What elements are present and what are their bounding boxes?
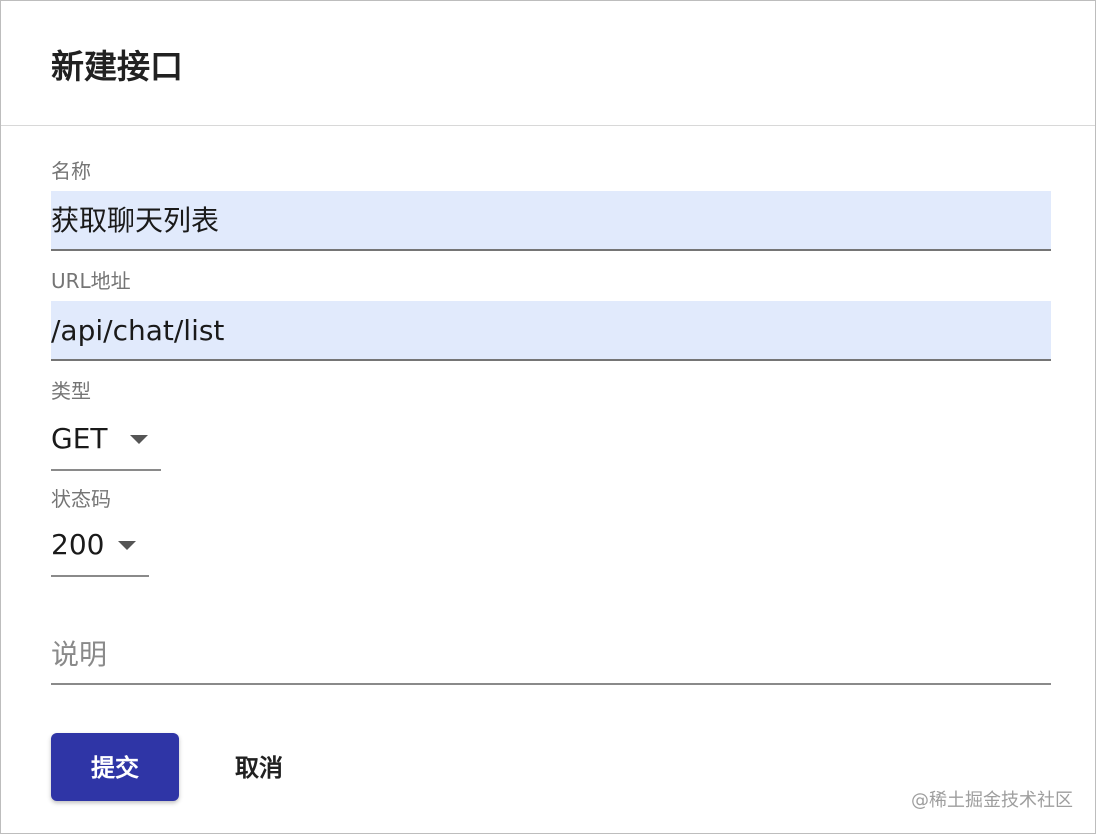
watermark: @稀土掘金技术社区 xyxy=(911,790,1073,811)
description-input[interactable]: 说明 xyxy=(51,625,1051,685)
type-select[interactable]: GET xyxy=(51,415,161,471)
caret-down-icon xyxy=(118,541,136,550)
type-select-value: GET xyxy=(51,422,108,455)
caret-down-icon xyxy=(130,435,148,444)
cancel-button[interactable]: 取消 xyxy=(211,733,307,801)
dialog-title: 新建接口 xyxy=(51,47,183,86)
name-label: 名称 xyxy=(51,159,91,183)
status-code-select-value: 200 xyxy=(51,528,105,561)
url-label: URL地址 xyxy=(51,269,131,293)
description-placeholder: 说明 xyxy=(51,638,108,671)
status-code-select[interactable]: 200 xyxy=(51,521,149,577)
type-label: 类型 xyxy=(51,379,91,403)
create-interface-dialog: 新建接口 名称 获取聊天列表 URL地址 /api/chat/list 类型 G… xyxy=(0,0,1096,834)
submit-button[interactable]: 提交 xyxy=(51,733,179,801)
dialog-header: 新建接口 xyxy=(1,1,1095,126)
url-input[interactable]: /api/chat/list xyxy=(51,301,1051,361)
name-input[interactable]: 获取聊天列表 xyxy=(51,191,1051,251)
status-code-label: 状态码 xyxy=(51,487,111,511)
